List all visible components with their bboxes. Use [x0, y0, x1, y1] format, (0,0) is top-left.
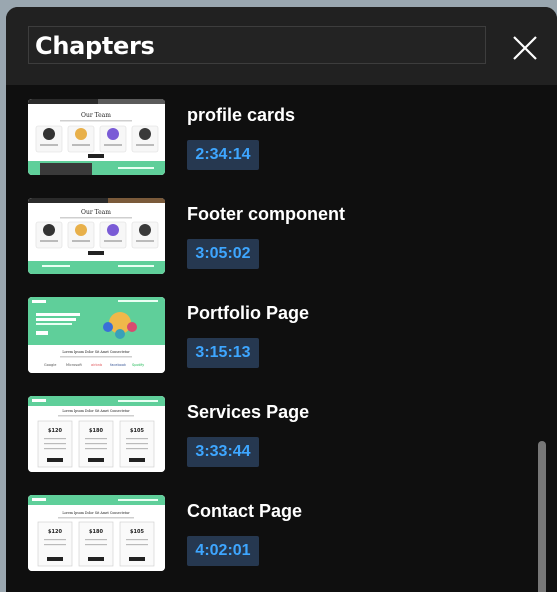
close-button[interactable] [508, 31, 542, 65]
chapter-timestamp[interactable]: 3:15:13 [187, 338, 259, 368]
title-box: Chapters [28, 26, 486, 64]
thumb-brand: Spotify [132, 363, 144, 367]
chapter-title: profile cards [187, 105, 296, 125]
chapter-thumbnail: Our Team [28, 99, 165, 175]
chapter-timestamp[interactable]: 2:34:14 [187, 140, 259, 170]
chapter-item[interactable]: Our Team [6, 85, 536, 184]
chapter-timestamp[interactable]: 3:33:44 [187, 437, 259, 467]
chapter-title: Footer component [187, 204, 345, 224]
thumb-team-heading: Our Team [81, 112, 111, 119]
thumb-price: $180 [89, 529, 103, 535]
panel-title: Chapters [35, 32, 155, 60]
chapter-item[interactable]: Lorem Ipsum Dolor Sit Amet Consectetur $… [6, 481, 536, 580]
thumb-price: $105 [130, 428, 144, 434]
chapter-item[interactable]: Lorem Ipsum Dolor Sit Amet Consectetur G… [6, 283, 536, 382]
chapter-title: Services Page [187, 402, 310, 422]
chapter-title: Contact Page [187, 501, 303, 521]
chapter-title: Portfolio Page [187, 303, 310, 323]
chapter-timestamp[interactable]: 3:05:02 [187, 239, 259, 269]
chapter-item[interactable]: Lorem Ipsum Dolor Sit Amet Consectetur $… [6, 382, 536, 481]
thumb-team-heading: Our Team [81, 209, 111, 216]
chapter-thumbnail: Lorem Ipsum Dolor Sit Amet Consectetur G… [28, 297, 165, 373]
chapter-thumbnail: Lorem Ipsum Dolor Sit Amet Consectetur $… [28, 396, 165, 472]
thumb-price: $105 [130, 529, 144, 535]
scrollbar-thumb[interactable] [538, 441, 546, 592]
thumb-brand: Microsoft [66, 363, 83, 367]
thumb-price: $120 [48, 529, 62, 535]
chapters-panel: Chapters Our Team profile cards 2:34:14 … [6, 7, 557, 592]
thumb-services-heading: Lorem Ipsum Dolor Sit Amet Consectetur [62, 409, 130, 413]
chapter-timestamp[interactable]: 4:02:01 [187, 536, 259, 566]
thumb-brand: airbnb [91, 363, 103, 367]
thumb-price: $120 [48, 428, 62, 434]
chapter-thumbnail: Lorem Ipsum Dolor Sit Amet Consectetur $… [28, 495, 165, 571]
panel-header: Chapters [6, 7, 557, 85]
thumb-price: $180 [89, 428, 103, 434]
close-icon [513, 36, 537, 60]
chapter-item[interactable]: Our Team [6, 184, 536, 283]
chapter-list: Our Team profile cards 2:34:14 Our Team … [6, 85, 557, 592]
thumb-brand: facebook [110, 363, 127, 367]
thumb-contact-heading: Lorem Ipsum Dolor Sit Amet Consectetur [62, 511, 130, 515]
thumb-portfolio-heading: Lorem Ipsum Dolor Sit Amet Consectetur [62, 350, 130, 354]
chapter-thumbnail: Our Team [28, 198, 165, 274]
thumb-brand: Google [44, 363, 56, 367]
